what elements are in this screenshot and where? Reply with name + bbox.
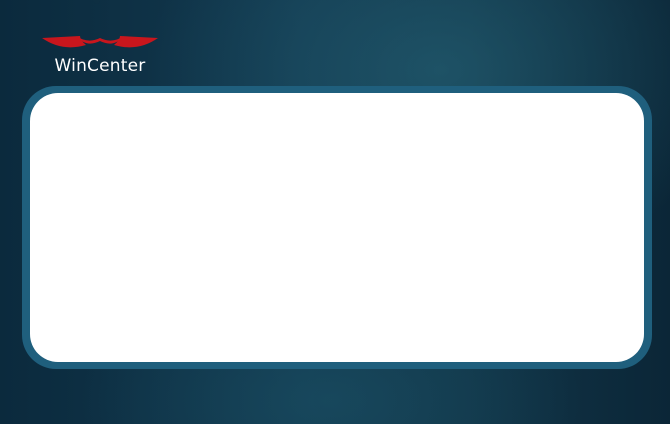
brand-logo: WinCenter xyxy=(40,0,160,82)
brand-name: WinCenter xyxy=(54,56,146,76)
content-panel xyxy=(30,93,644,362)
content-panel-frame xyxy=(22,86,652,369)
wincenter-logo-icon xyxy=(42,0,158,48)
